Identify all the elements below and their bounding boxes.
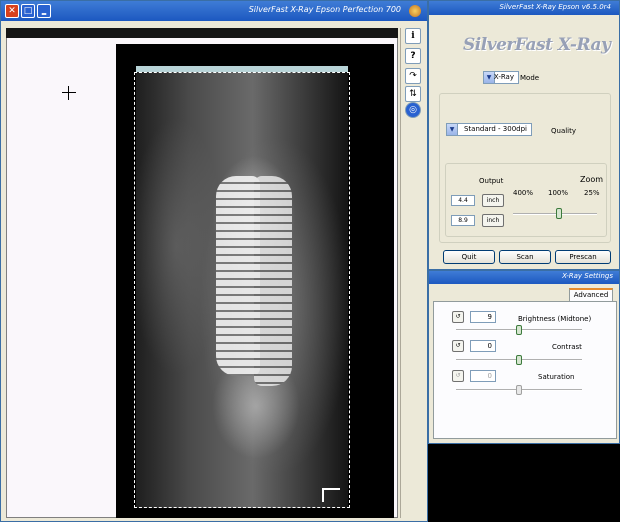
settings-panel-title: X-Ray Settings <box>562 272 613 280</box>
desktop-background <box>428 444 620 522</box>
flip-icon[interactable]: ⇅ <box>405 86 421 102</box>
zoom-slider-thumb[interactable] <box>555 208 562 219</box>
brightness-slider-thumb[interactable] <box>516 325 522 335</box>
main-panel-title: SilverFast X-Ray Epson v6.5.0r4 <box>499 3 611 11</box>
auto-adjust-icon[interactable]: ◎ <box>405 102 421 118</box>
minimize-icon[interactable]: ‗ <box>37 4 51 18</box>
zoom-tick-label: 25% <box>584 189 600 197</box>
contrast-label: Contrast <box>552 343 582 351</box>
info-button[interactable]: i <box>405 28 421 44</box>
settings-panel-titlebar[interactable]: X-Ray Settings <box>429 271 619 284</box>
preview-titlebar[interactable]: ✕ □ ‗ SilverFast X-Ray Epson Perfection … <box>1 1 427 21</box>
quality-select[interactable]: ▼ Standard - 300dpi <box>446 123 532 136</box>
prescan-button[interactable]: Prescan <box>555 250 611 264</box>
rotate-icon[interactable]: ↷ <box>405 68 421 84</box>
reset-icon: ↺ <box>452 370 464 382</box>
reset-icon[interactable]: ↺ <box>452 311 464 323</box>
app-icon <box>409 5 421 17</box>
brand-logo: SilverFast X-Ray <box>463 35 611 55</box>
preview-toolbar: i ? ↷ ⇅ ◎ <box>400 28 426 518</box>
height-unit-button[interactable]: inch <box>482 214 504 227</box>
frame-corner-handle[interactable] <box>322 488 340 502</box>
output-height-field[interactable]: 8.9 <box>451 215 475 226</box>
contrast-field[interactable]: 0 <box>470 340 496 352</box>
scan-button[interactable]: Scan <box>499 250 551 264</box>
mode-select[interactable]: ▼ X-Ray <box>483 71 519 84</box>
close-icon[interactable]: ✕ <box>5 4 19 18</box>
saturation-field: 0 <box>470 370 496 382</box>
advanced-tab-body: Brightness (Midtone) 9 ↺ Contrast 0 ↺ Sa… <box>433 301 617 439</box>
brightness-label: Brightness (Midtone) <box>518 315 592 323</box>
quit-button[interactable]: Quit <box>443 250 495 264</box>
quality-label: Quality <box>551 127 577 135</box>
crosshair-cursor-icon <box>62 86 76 100</box>
xray-settings-panel: X-Ray Settings Advanced Brightness (Midt… <box>428 270 620 444</box>
zoom-label: Zoom <box>580 175 604 184</box>
chevron-down-icon: ▼ <box>447 124 458 135</box>
zoom-tick-label: 400% <box>513 189 534 197</box>
saturation-label: Saturation <box>538 373 575 381</box>
tab-advanced[interactable]: Advanced <box>569 288 613 302</box>
main-panel-titlebar[interactable]: SilverFast X-Ray Epson v6.5.0r4 <box>429 1 619 15</box>
quality-value: Standard - 300dpi <box>463 125 527 133</box>
zoom-tick-label: 100% <box>548 189 569 197</box>
mode-value: X-Ray <box>493 73 514 81</box>
brightness-field[interactable]: 9 <box>470 311 496 323</box>
preview-window-title: SilverFast X-Ray Epson Perfection 700 <box>248 5 401 14</box>
mode-label: Mode <box>520 74 540 82</box>
maximize-icon[interactable]: □ <box>21 4 35 18</box>
output-width-field[interactable]: 4.4 <box>451 195 475 206</box>
main-control-panel: SilverFast X-Ray Epson v6.5.0r4 SilverFa… <box>428 0 620 270</box>
scan-selection-frame[interactable] <box>134 72 350 508</box>
reset-icon[interactable]: ↺ <box>452 340 464 352</box>
output-label: Output <box>479 177 504 185</box>
saturation-slider-thumb <box>516 385 522 395</box>
help-button[interactable]: ? <box>405 48 421 64</box>
width-unit-button[interactable]: inch <box>482 194 504 207</box>
contrast-slider-thumb[interactable] <box>516 355 522 365</box>
scan-bed-edge <box>6 28 398 38</box>
